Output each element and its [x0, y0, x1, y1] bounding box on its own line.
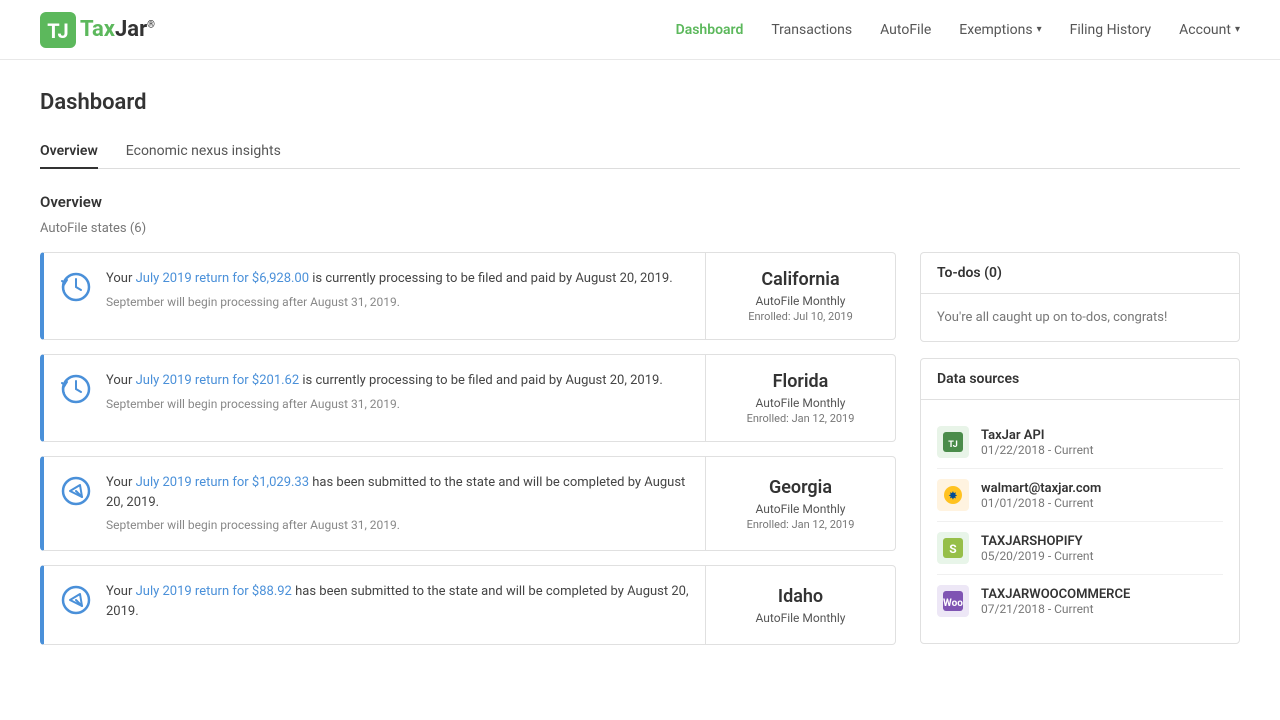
- svg-text:S: S: [949, 542, 956, 556]
- todos-panel-header: To-dos (0): [921, 253, 1239, 294]
- exemptions-chevron-icon: ▾: [1037, 24, 1042, 35]
- state-filing-idaho: AutoFile Monthly: [756, 611, 846, 625]
- nav-filing-history[interactable]: Filing History: [1070, 22, 1152, 38]
- data-sources-panel-header: Data sources: [921, 359, 1239, 400]
- submitted-icon-georgia: [60, 475, 92, 514]
- autofile-count-label: AutoFile states (6): [40, 221, 1240, 236]
- svg-text:Woo: Woo: [943, 598, 963, 609]
- state-card-florida[interactable]: Florida AutoFile Monthly Enrolled: Jan 1…: [705, 355, 895, 441]
- state-name-florida: Florida: [773, 371, 829, 392]
- nav-transactions[interactable]: Transactions: [771, 22, 852, 38]
- processing-icon-florida: [60, 373, 92, 412]
- content-layout: Your July 2019 return for $6,928.00 is c…: [40, 252, 1240, 660]
- main-nav: Dashboard Transactions AutoFile Exemptio…: [676, 22, 1240, 38]
- filing-text-california: Your July 2019 return for $6,928.00 is c…: [106, 269, 673, 311]
- filing-left-florida: Your July 2019 return for $201.62 is cur…: [44, 355, 705, 441]
- main-content: Dashboard Overview Economic nexus insigh…: [0, 60, 1280, 690]
- state-card-idaho[interactable]: Idaho AutoFile Monthly: [705, 566, 895, 644]
- tab-economic-nexus[interactable]: Economic nexus insights: [126, 135, 281, 168]
- filing-item-california: Your July 2019 return for $6,928.00 is c…: [40, 252, 896, 340]
- woocommerce-name: TAXJARWOOCOMMERCE: [981, 587, 1130, 602]
- filing-sub-florida: September will begin processing after Au…: [106, 395, 663, 413]
- header: TJ TaxJar® Dashboard Transactions AutoFi…: [0, 0, 1280, 60]
- shopify-name: TAXJARSHOPIFY: [981, 534, 1094, 549]
- filing-item-florida: Your July 2019 return for $201.62 is cur…: [40, 354, 896, 442]
- filing-item-georgia: Your July 2019 return for $1,029.33 has …: [40, 456, 896, 551]
- tab-overview[interactable]: Overview: [40, 135, 98, 169]
- nav-account[interactable]: Account ▾: [1179, 22, 1240, 38]
- shopify-date: 05/20/2019 - Current: [981, 549, 1094, 563]
- filing-left-georgia: Your July 2019 return for $1,029.33 has …: [44, 457, 705, 550]
- logo[interactable]: TJ TaxJar®: [40, 12, 155, 48]
- state-filing-florida: AutoFile Monthly: [756, 396, 846, 410]
- data-source-woocommerce[interactable]: Woo TAXJARWOOCOMMERCE 07/21/2018 - Curre…: [937, 575, 1223, 627]
- filing-link-idaho[interactable]: July 2019 return for $88.92: [136, 584, 292, 599]
- data-source-shopify[interactable]: S TAXJARSHOPIFY 05/20/2019 - Current: [937, 522, 1223, 575]
- taxjar-api-icon: TJ: [937, 426, 969, 458]
- state-filing-georgia: AutoFile Monthly: [756, 502, 846, 516]
- data-sources-panel-body: TJ TaxJar API 01/22/2018 - Current ✸: [921, 400, 1239, 643]
- filing-left-california: Your July 2019 return for $6,928.00 is c…: [44, 253, 705, 339]
- woocommerce-icon: Woo: [937, 585, 969, 617]
- nav-dashboard[interactable]: Dashboard: [676, 22, 744, 38]
- todos-panel: To-dos (0) You're all caught up on to-do…: [920, 252, 1240, 342]
- shopify-icon: S: [937, 532, 969, 564]
- data-source-taxjar-api[interactable]: TJ TaxJar API 01/22/2018 - Current: [937, 416, 1223, 469]
- page-title: Dashboard: [40, 90, 1240, 115]
- filing-list: Your July 2019 return for $6,928.00 is c…: [40, 252, 896, 660]
- filing-link-california[interactable]: July 2019 return for $6,928.00: [136, 271, 309, 286]
- filing-link-florida[interactable]: July 2019 return for $201.62: [136, 373, 300, 388]
- account-chevron-icon: ▾: [1235, 24, 1240, 35]
- taxjar-api-info: TaxJar API 01/22/2018 - Current: [981, 428, 1094, 457]
- filing-text-idaho: Your July 2019 return for $88.92 has bee…: [106, 582, 689, 621]
- section-title: Overview: [40, 193, 1240, 211]
- taxjar-api-date: 01/22/2018 - Current: [981, 443, 1094, 457]
- state-name-california: California: [761, 269, 839, 290]
- state-name-idaho: Idaho: [778, 586, 823, 607]
- woocommerce-date: 07/21/2018 - Current: [981, 602, 1130, 616]
- todos-panel-body: You're all caught up on to-dos, congrats…: [921, 294, 1239, 341]
- nav-exemptions[interactable]: Exemptions ▾: [959, 22, 1041, 38]
- svg-text:TJ: TJ: [948, 440, 958, 450]
- filing-left-idaho: Your July 2019 return for $88.92 has bee…: [44, 566, 705, 644]
- filing-link-georgia[interactable]: July 2019 return for $1,029.33: [136, 475, 309, 490]
- filing-text-florida: Your July 2019 return for $201.62 is cur…: [106, 371, 663, 413]
- state-filing-california: AutoFile Monthly: [756, 294, 846, 308]
- filing-item-idaho: Your July 2019 return for $88.92 has bee…: [40, 565, 896, 645]
- data-source-walmart[interactable]: ✸ walmart@taxjar.com 01/01/2018 - Curren…: [937, 469, 1223, 522]
- processing-icon: [60, 271, 92, 310]
- svg-text:TJ: TJ: [47, 19, 68, 43]
- filing-sub-georgia: September will begin processing after Au…: [106, 516, 689, 534]
- walmart-date: 01/01/2018 - Current: [981, 496, 1101, 510]
- walmart-info: walmart@taxjar.com 01/01/2018 - Current: [981, 481, 1101, 510]
- nav-autofile[interactable]: AutoFile: [880, 22, 931, 38]
- tab-bar: Overview Economic nexus insights: [40, 135, 1240, 169]
- shopify-info: TAXJARSHOPIFY 05/20/2019 - Current: [981, 534, 1094, 563]
- submitted-icon-idaho: [60, 584, 92, 623]
- state-card-georgia[interactable]: Georgia AutoFile Monthly Enrolled: Jan 1…: [705, 457, 895, 550]
- filing-text-georgia: Your July 2019 return for $1,029.33 has …: [106, 473, 689, 534]
- state-card-california[interactable]: California AutoFile Monthly Enrolled: Ju…: [705, 253, 895, 339]
- state-enrolled-california: Enrolled: Jul 10, 2019: [748, 310, 853, 323]
- todos-empty-message: You're all caught up on to-dos, congrats…: [937, 310, 1223, 325]
- svg-text:✸: ✸: [948, 491, 958, 502]
- right-column: To-dos (0) You're all caught up on to-do…: [920, 252, 1240, 660]
- state-enrolled-georgia: Enrolled: Jan 12, 2019: [747, 518, 855, 531]
- walmart-icon: ✸: [937, 479, 969, 511]
- logo-text: TaxJar®: [80, 17, 155, 42]
- data-sources-panel: Data sources TJ TaxJar API 01/22/2018 - …: [920, 358, 1240, 644]
- walmart-name: walmart@taxjar.com: [981, 481, 1101, 496]
- filing-sub-california: September will begin processing after Au…: [106, 293, 673, 311]
- state-name-georgia: Georgia: [769, 477, 832, 498]
- state-enrolled-florida: Enrolled: Jan 12, 2019: [747, 412, 855, 425]
- woocommerce-info: TAXJARWOOCOMMERCE 07/21/2018 - Current: [981, 587, 1130, 616]
- taxjar-api-name: TaxJar API: [981, 428, 1094, 443]
